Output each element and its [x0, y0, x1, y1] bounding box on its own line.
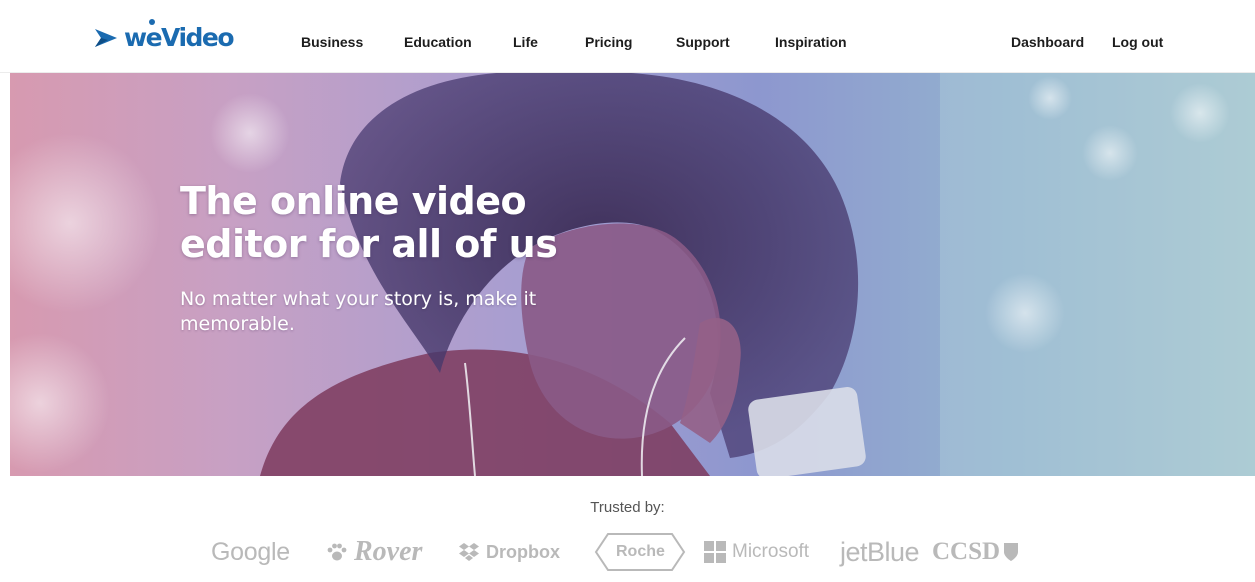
- paw-icon: [327, 543, 347, 561]
- microsoft-logo: Microsoft: [704, 530, 809, 574]
- nav-item-life[interactable]: Life: [513, 34, 538, 50]
- customer-logos: Google Rover Dropbox Roche Microsoft jet…: [0, 530, 1255, 574]
- logout-link[interactable]: Log out: [1112, 34, 1163, 50]
- roche-logo: Roche: [594, 530, 686, 574]
- windows-grid-icon: [704, 541, 726, 563]
- dropbox-wordmark: Dropbox: [486, 541, 560, 562]
- dashboard-link[interactable]: Dashboard: [1011, 34, 1084, 50]
- logo-wordmark: weVideo: [124, 23, 235, 52]
- nav-item-education[interactable]: Education: [404, 34, 472, 50]
- shield-icon: [1004, 543, 1019, 561]
- trusted-by-label: Trusted by:: [590, 499, 665, 516]
- nav-item-business[interactable]: Business: [301, 34, 363, 50]
- jetblue-wordmark: jetBlue: [840, 536, 920, 567]
- hero-subheadline: No matter what your story is, make it me…: [180, 288, 537, 335]
- ccsd-wordmark: CCSD: [932, 538, 1001, 565]
- dropbox-logo: Dropbox: [458, 530, 560, 574]
- ccsd-logo: CCSD: [932, 530, 1019, 574]
- nav-item-support[interactable]: Support: [676, 34, 730, 50]
- hero-banner: The online video editor for all of us No…: [10, 73, 1255, 476]
- google-wordmark: Google: [211, 537, 290, 566]
- google-logo: Google: [211, 530, 290, 574]
- hero-headline: The online video editor for all of us: [180, 179, 558, 266]
- rover-logo: Rover: [326, 530, 422, 574]
- logo-dot: [149, 19, 155, 25]
- hero-background-image: [10, 73, 1255, 476]
- wevideo-logo[interactable]: weVideo: [94, 19, 235, 52]
- top-navigation-bar: weVideo Business Education Life Pricing …: [0, 0, 1255, 73]
- rover-wordmark: Rover: [354, 536, 423, 567]
- dropbox-icon: [459, 543, 479, 561]
- jetblue-logo: jetBlue: [840, 530, 920, 574]
- microsoft-wordmark: Microsoft: [732, 541, 810, 562]
- nav-item-pricing[interactable]: Pricing: [585, 34, 632, 50]
- roche-wordmark: Roche: [616, 543, 665, 560]
- logo-arrow-icon: [95, 29, 117, 47]
- nav-item-inspiration[interactable]: Inspiration: [775, 34, 847, 50]
